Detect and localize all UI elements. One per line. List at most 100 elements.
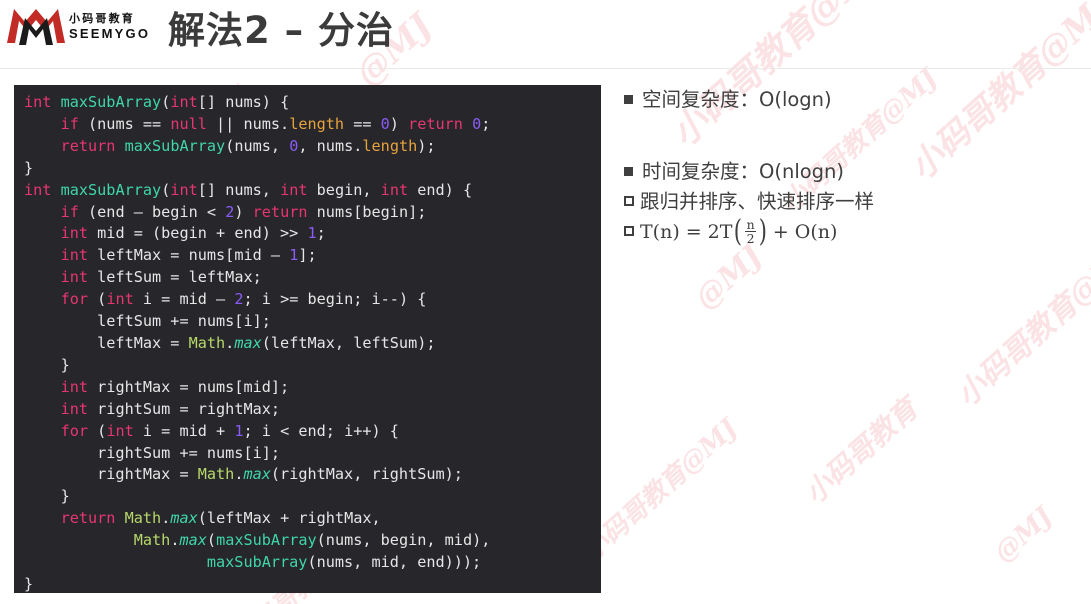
code-token: i = mid – [133, 290, 235, 309]
code-token: [] nums, [197, 180, 281, 199]
code-token: maxSubArray [60, 93, 162, 111]
page-title: 解法2 – 分治 [168, 9, 395, 52]
code-token: . [225, 333, 235, 352]
code-token: Math [197, 465, 235, 484]
watermark-text: @MJ [688, 238, 770, 317]
code-token: (nums, [225, 136, 290, 155]
note-time-complexity: 时间复杂度：O(nlogn) [624, 158, 1079, 186]
code-token: ; i < end; i++) { [243, 421, 399, 440]
code-token: ; [316, 224, 326, 243]
code-token: Math [188, 333, 226, 352]
code-token: (nums, mid, end))); [307, 553, 482, 572]
code-token: int [106, 421, 134, 440]
code-token: nums[begin]; [307, 202, 427, 221]
fraction-numerator: n [746, 216, 755, 232]
code-token: 2 [225, 202, 235, 221]
code-token: max [179, 531, 207, 550]
code-token: 2 [234, 290, 244, 309]
code-token: || nums. [206, 114, 290, 133]
code-token: ( [206, 531, 217, 550]
formula-fraction: n 2 [745, 216, 757, 246]
code-token: return [408, 114, 463, 133]
code-token: } [24, 355, 70, 374]
code-token: ); [417, 136, 436, 155]
code-token: } [24, 158, 34, 177]
code-token: max [234, 333, 262, 352]
code-token: int [280, 180, 308, 199]
brand-logo: 小码哥教育 SEEMYGO [5, 4, 150, 48]
code-token: . [161, 509, 171, 528]
fraction-denominator: 2 [746, 230, 755, 246]
code-token: ; i >= begin; i--) { [243, 290, 427, 309]
code-token: rightSum = rightMax; [88, 399, 281, 418]
code-token: int [106, 290, 134, 309]
code-token: Math [133, 531, 171, 550]
code-token: 0 [289, 136, 299, 155]
code-token: leftSum += nums[i]; [24, 312, 271, 331]
code-token: int [60, 224, 89, 243]
code-token: int [24, 93, 52, 111]
code-token: } [24, 487, 70, 506]
solid-square-bullet-icon [624, 95, 633, 104]
code-token: int [60, 377, 89, 396]
code-token: int [60, 268, 89, 287]
watermark-text: 小码哥教育 [797, 392, 925, 511]
code-token: 1 [234, 421, 244, 440]
code-token: return [60, 509, 116, 528]
code-token: ( [88, 421, 107, 440]
code-token: maxSubArray [124, 136, 226, 155]
code-token: for [60, 421, 89, 440]
code-token: (nums, begin, mid), [316, 531, 491, 550]
code-token: return [60, 136, 116, 155]
code-token: leftMax = nums[mid – [88, 246, 290, 265]
code-token: max [243, 465, 271, 484]
code-token: ) [234, 202, 253, 221]
code-token: [] nums) { [197, 93, 290, 111]
slide-header: 小码哥教育 SEEMYGO 解法2 – 分治 [0, 0, 1091, 69]
code-token: if [60, 202, 79, 221]
code-token: maxSubArray [206, 553, 308, 572]
code-token: == [344, 114, 381, 133]
space-complexity-text: 空间复杂度：O(logn) [642, 88, 832, 111]
code-token: maxSubArray [60, 180, 162, 199]
note-space-complexity: 空间复杂度：O(logn) [624, 86, 1079, 114]
code-token: end) { [408, 180, 473, 199]
formula-open-paren: ( [734, 214, 743, 249]
code-token: leftSum = leftMax; [88, 268, 262, 287]
header-divider [0, 68, 1091, 69]
code-token: ) [389, 114, 409, 133]
code-token: return [252, 202, 308, 221]
code-token: (leftMax + rightMax, [197, 509, 381, 528]
code-token: maxSubArray [216, 531, 317, 550]
notes-spacer [624, 116, 1079, 158]
code-token: 0 [472, 114, 482, 133]
code-token: length [362, 136, 418, 155]
complexity-notes-panel: 空间复杂度：O(logn) 时间复杂度：O(nlogn) 跟归并排序、快速排序一… [624, 86, 1079, 248]
seemygo-logo-icon [7, 9, 65, 45]
code-token: null [170, 114, 207, 133]
solid-square-bullet-icon [624, 167, 633, 176]
sub-note-text: 跟归并排序、快速排序一样 [640, 190, 875, 213]
code-token: begin, [307, 180, 381, 199]
code-token: for [60, 290, 89, 309]
code-token: 1 [289, 246, 299, 265]
formula-plus: + [772, 221, 789, 243]
code-token: int [380, 180, 409, 199]
brand-name-cn: 小码哥教育 [69, 11, 135, 25]
code-token: (end – begin < [78, 202, 226, 221]
code-token: i = mid + [133, 421, 235, 440]
code-token: rightMax = [24, 465, 198, 484]
